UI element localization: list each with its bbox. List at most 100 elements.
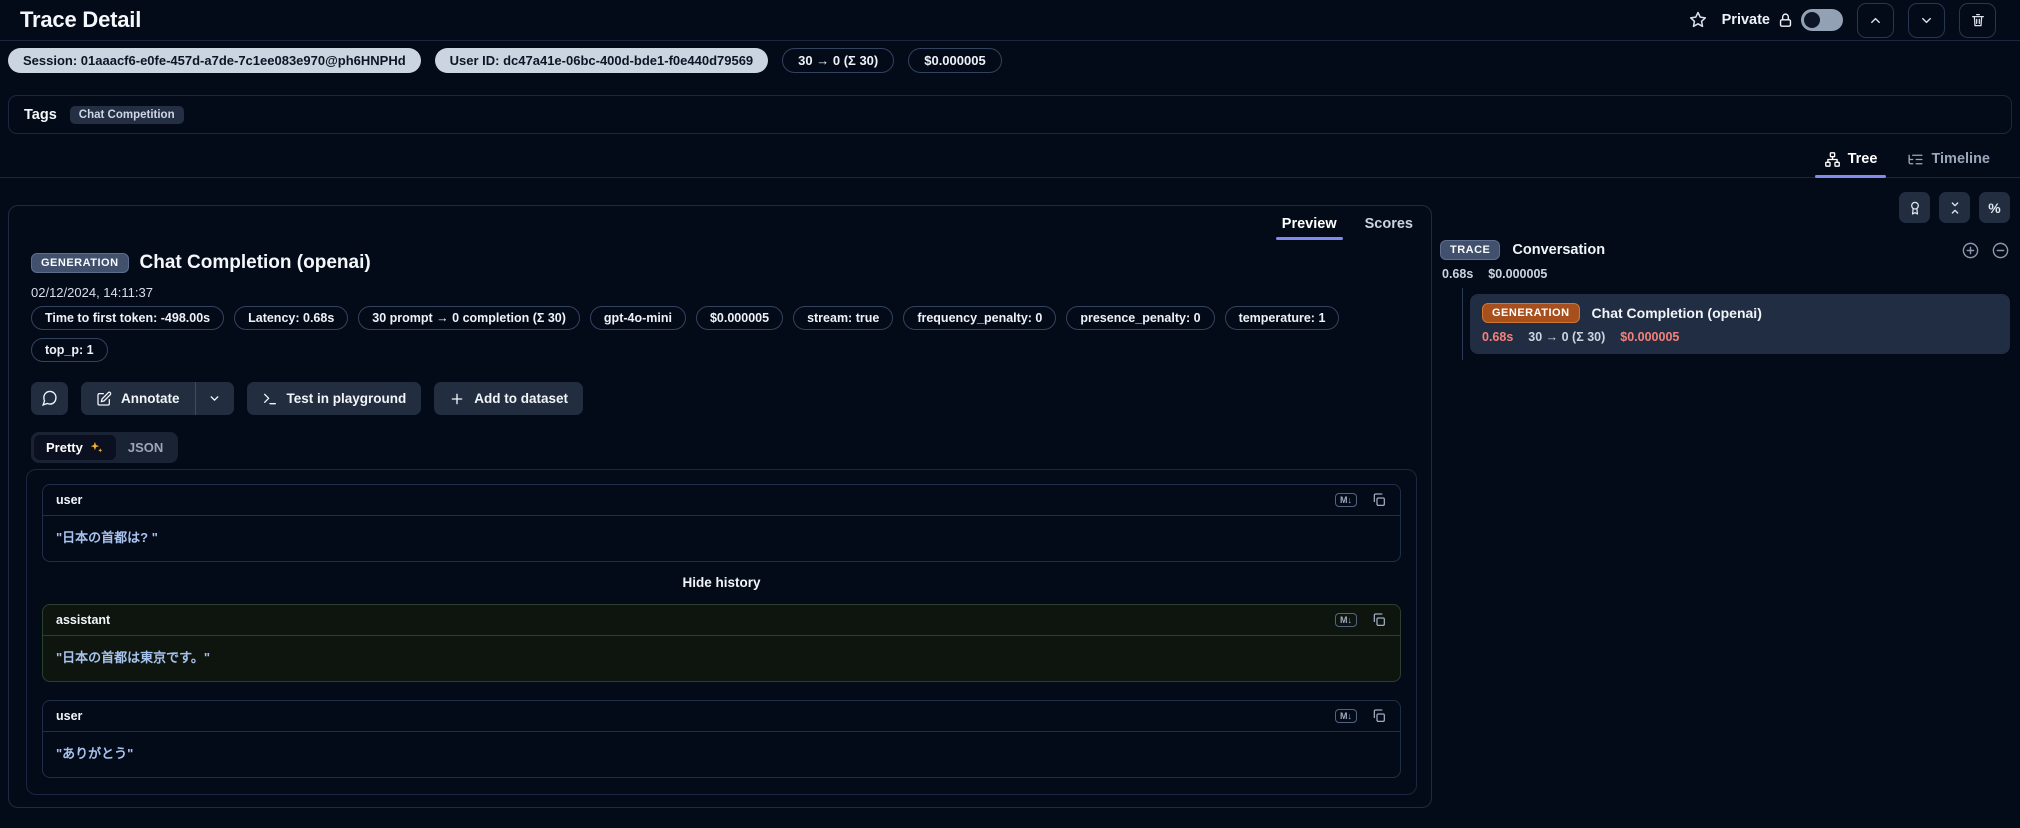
markdown-toggle-icon[interactable]: M↓ xyxy=(1335,493,1357,507)
message-tools: M↓ xyxy=(1335,612,1387,628)
format-pretty-label: Pretty xyxy=(46,440,83,455)
circle-plus-icon xyxy=(1961,241,1980,260)
terminal-icon xyxy=(262,391,278,407)
markdown-toggle-icon[interactable]: M↓ xyxy=(1335,613,1357,627)
tag-chip[interactable]: Chat Competition xyxy=(69,105,184,124)
page-title: Trace Detail xyxy=(20,7,142,32)
observation-timestamp: 02/12/2024, 14:11:37 xyxy=(31,285,153,300)
collapse-node-button[interactable] xyxy=(1991,241,2010,260)
collapse-all-button[interactable] xyxy=(1939,192,1970,223)
privacy-control: Private xyxy=(1722,9,1843,31)
tab-preview[interactable]: Preview xyxy=(1275,216,1343,240)
next-trace-button[interactable] xyxy=(1908,2,1945,38)
meta-badges: Session: 01aaacf6-e0fe-457d-a7de-7c1ee08… xyxy=(8,48,1002,73)
metric-pill-stream: stream: true xyxy=(793,306,894,330)
generation-node-selected[interactable]: GENERATION Chat Completion (openai) 0.68… xyxy=(1470,294,2010,354)
message-tools: M↓ xyxy=(1335,708,1387,724)
observation-metrics: Time to first token: -498.00s Latency: 0… xyxy=(31,306,1376,362)
session-badge[interactable]: Session: 01aaacf6-e0fe-457d-a7de-7c1ee08… xyxy=(8,48,421,73)
test-in-playground-button[interactable]: Test in playground xyxy=(246,382,422,415)
playground-label: Test in playground xyxy=(286,391,407,406)
tree-icon xyxy=(1824,151,1841,168)
trace-name: Conversation xyxy=(1512,242,1606,258)
messages-container: user M↓ "日本の首都は? " Hide history assistan… xyxy=(26,469,1417,795)
annotate-button[interactable]: Annotate xyxy=(81,382,195,415)
cost-badge: $0.000005 xyxy=(908,48,1002,73)
metric-pill-ttft: Time to first token: -498.00s xyxy=(31,306,225,330)
award-icon xyxy=(1907,200,1923,216)
metric-pill-top-p: top_p: 1 xyxy=(31,338,108,362)
generation-node-stats: 0.68s 30 → 0 (Σ 30) $0.000005 xyxy=(1482,330,1998,344)
scores-toggle-button[interactable] xyxy=(1899,192,1930,223)
sparkles-icon xyxy=(89,440,104,455)
metric-pill-model[interactable]: gpt-4o-mini xyxy=(589,306,686,330)
star-icon[interactable] xyxy=(1688,10,1708,30)
observation-header: GENERATION Chat Completion (openai) xyxy=(31,252,371,274)
trace-type-badge: TRACE xyxy=(1440,240,1501,260)
prev-trace-button[interactable] xyxy=(1857,2,1894,38)
generation-latency: 0.68s xyxy=(1482,330,1514,344)
user-id-badge[interactable]: User ID: dc47a41e-06bc-400d-bde1-f0e440d… xyxy=(434,48,769,73)
panel-tabs: Preview Scores xyxy=(1275,216,1413,240)
comment-icon xyxy=(41,390,58,407)
privacy-toggle[interactable] xyxy=(1801,9,1843,31)
percent-icon: % xyxy=(1988,199,2001,216)
tree-zoom-controls xyxy=(1961,241,2010,260)
comment-button[interactable] xyxy=(31,382,68,415)
message-content: "ありがとう" xyxy=(56,746,134,761)
generation-node-title: Chat Completion (openai) xyxy=(1591,305,1762,321)
view-tabs: Tree Timeline xyxy=(0,141,2020,178)
trace-cost: $0.000005 xyxy=(1488,267,1548,281)
format-pretty-segment[interactable]: Pretty xyxy=(34,435,116,460)
annotate-dropdown-button[interactable] xyxy=(195,382,234,415)
generation-tokens: 30 → 0 (Σ 30) xyxy=(1528,330,1606,344)
message-content: "日本の首都は東京です。" xyxy=(56,650,211,665)
generation-cost: $0.000005 xyxy=(1620,330,1680,344)
copy-icon[interactable] xyxy=(1371,612,1387,628)
tab-scores[interactable]: Scores xyxy=(1365,216,1413,238)
tab-tree[interactable]: Tree xyxy=(1814,141,1887,178)
expand-node-button[interactable] xyxy=(1961,241,1980,260)
metric-pill-latency: Latency: 0.68s xyxy=(234,306,349,330)
add-to-dataset-button[interactable]: Add to dataset xyxy=(434,382,584,415)
message-header: assistant M↓ xyxy=(43,605,1400,636)
generation-type-badge: GENERATION xyxy=(31,253,129,273)
format-toggle: Pretty JSON xyxy=(31,432,179,463)
trace-latency: 0.68s xyxy=(1442,267,1474,281)
tab-timeline-label: Timeline xyxy=(1931,151,1990,167)
metric-pill-tokens: 30 prompt → 0 completion (Σ 30) xyxy=(358,306,580,330)
message-header: user M↓ xyxy=(43,485,1400,516)
message-role: assistant xyxy=(56,613,111,627)
trash-icon xyxy=(1970,12,1986,28)
delete-trace-button[interactable] xyxy=(1959,2,1996,38)
message-role: user xyxy=(56,709,83,723)
markdown-toggle-icon[interactable]: M↓ xyxy=(1335,709,1357,723)
message-user-2: user M↓ "ありがとう" xyxy=(42,700,1401,778)
tree-toolbar: % xyxy=(1440,192,2010,223)
metric-pill-presence-penalty: presence_penalty: 0 xyxy=(1066,306,1215,330)
metrics-toggle-button[interactable]: % xyxy=(1979,192,2010,223)
trace-node[interactable]: TRACE Conversation xyxy=(1440,240,2010,260)
chevron-up-icon xyxy=(1868,13,1883,28)
token-count-badge: 30 → 0 (Σ 30) xyxy=(782,48,895,73)
annotate-label: Annotate xyxy=(121,391,180,406)
observation-actions: Annotate Test in playground Add to datas… xyxy=(31,382,584,415)
circle-minus-icon xyxy=(1991,241,2010,260)
metric-pill-cost: $0.000005 xyxy=(695,306,784,330)
tags-row: Tags Chat Competition xyxy=(8,95,2012,134)
tab-tree-label: Tree xyxy=(1847,151,1878,167)
metric-pill-frequency-penalty: frequency_penalty: 0 xyxy=(903,306,1057,330)
fold-vertical-icon xyxy=(1947,200,1963,216)
add-to-dataset-label: Add to dataset xyxy=(474,391,569,406)
annotate-split-button: Annotate xyxy=(81,382,234,415)
tab-timeline[interactable]: Timeline xyxy=(1907,141,1990,177)
copy-icon[interactable] xyxy=(1371,492,1387,508)
format-json-segment[interactable]: JSON xyxy=(116,435,175,460)
message-assistant: assistant M↓ "日本の首都は東京です。" xyxy=(42,604,1401,682)
chevron-down-icon xyxy=(1919,13,1934,28)
hide-history-button[interactable]: Hide history xyxy=(42,562,1401,604)
message-content: "日本の首都は? " xyxy=(56,530,158,545)
privacy-label: Private xyxy=(1721,12,1770,28)
copy-icon[interactable] xyxy=(1371,708,1387,724)
